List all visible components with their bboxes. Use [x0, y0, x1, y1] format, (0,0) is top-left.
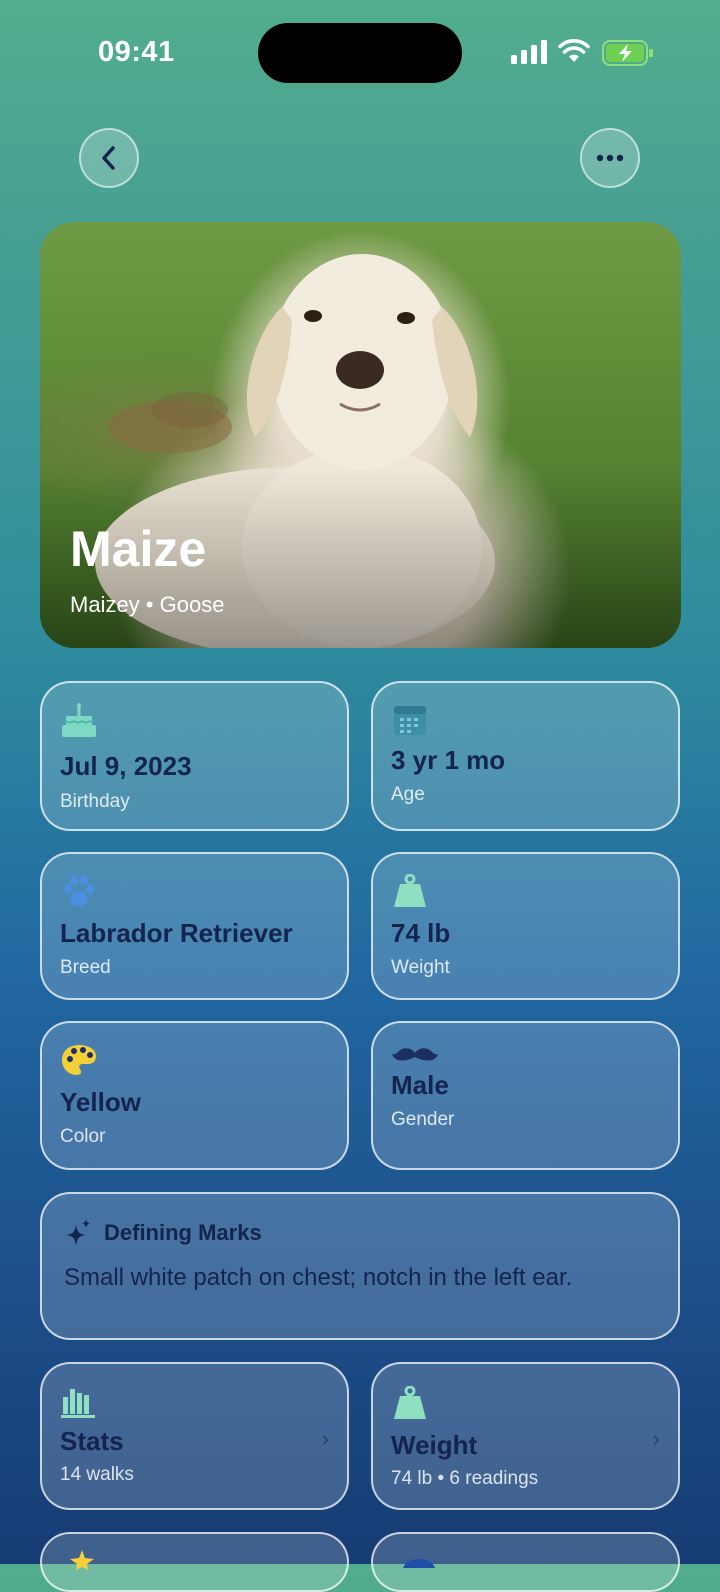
gender-value: Male: [391, 1070, 449, 1100]
defining-marks-text: Small white patch on chest; notch in the…: [64, 1264, 573, 1291]
breed-card[interactable]: Labrador Retriever Breed: [40, 852, 349, 1000]
star-icon: [70, 1550, 94, 1570]
breed-value: Labrador Retriever: [60, 918, 293, 948]
birthday-label: Birthday: [60, 791, 130, 812]
stats-card[interactable]: Stats 14 walks ›: [40, 1362, 349, 1510]
birthday-card[interactable]: Jul 9, 2023 Birthday: [40, 681, 349, 831]
mustache-icon: [392, 1048, 438, 1061]
pet-nicknames: Maizey • Goose: [70, 592, 225, 617]
color-card[interactable]: Yellow Color: [40, 1021, 349, 1170]
stats-title: Stats: [60, 1426, 124, 1456]
weight-card[interactable]: 74 lb Weight: [371, 852, 680, 1000]
next-card-partial[interactable]: [40, 1532, 349, 1592]
wifi-icon: [558, 39, 590, 62]
stats-subtitle: 14 walks: [60, 1464, 134, 1485]
weight-history-subtitle: 74 lb • 6 readings: [391, 1468, 539, 1489]
chevron-right-icon: ›: [652, 1426, 660, 1451]
weight-history-title: Weight: [391, 1430, 478, 1460]
weight-history-card[interactable]: Weight 74 lb • 6 readings ›: [371, 1362, 680, 1510]
dynamic-island: [258, 23, 462, 83]
gender-card[interactable]: Male Gender: [371, 1021, 680, 1170]
chart-bar-icon: [61, 1389, 95, 1418]
birthday-value: Jul 9, 2023: [60, 751, 192, 781]
defining-marks-card[interactable]: Defining Marks Small white patch on ches…: [40, 1192, 680, 1340]
weight-value: 74 lb: [391, 918, 451, 948]
age-value: 3 yr 1 mo: [391, 745, 506, 775]
status-bar: 09:41: [0, 0, 720, 104]
chevron-right-icon: ›: [321, 1426, 329, 1451]
age-card[interactable]: 3 yr 1 mo Age: [371, 681, 680, 831]
chevron-left-icon: [102, 146, 115, 170]
age-label: Age: [391, 784, 425, 805]
color-value: Yellow: [60, 1087, 141, 1117]
battery-charging-icon: [602, 40, 653, 66]
breed-label: Breed: [60, 957, 111, 978]
cake-icon: [62, 703, 96, 737]
calendar-icon: [394, 706, 426, 735]
gender-label: Gender: [391, 1109, 455, 1130]
back-button[interactable]: [79, 128, 139, 188]
pet-photo-card[interactable]: Maize Maizey • Goose: [40, 222, 681, 648]
sparkles-icon: [66, 1219, 90, 1246]
ellipsis-icon: [596, 154, 624, 162]
more-options-button[interactable]: [580, 128, 640, 188]
weight-icon: [394, 1386, 426, 1419]
weight-icon: [394, 874, 426, 907]
weight-label: Weight: [391, 957, 450, 978]
palette-icon: [62, 1045, 96, 1075]
partial-icon: [403, 1559, 435, 1568]
pet-name: Maize: [70, 521, 207, 577]
paw-icon: [64, 876, 94, 907]
defining-marks-title: Defining Marks: [104, 1220, 262, 1245]
color-label: Color: [60, 1126, 106, 1147]
cellular-signal-icon: [511, 40, 547, 64]
status-time: 09:41: [98, 36, 175, 68]
next-card-partial[interactable]: [371, 1532, 680, 1592]
